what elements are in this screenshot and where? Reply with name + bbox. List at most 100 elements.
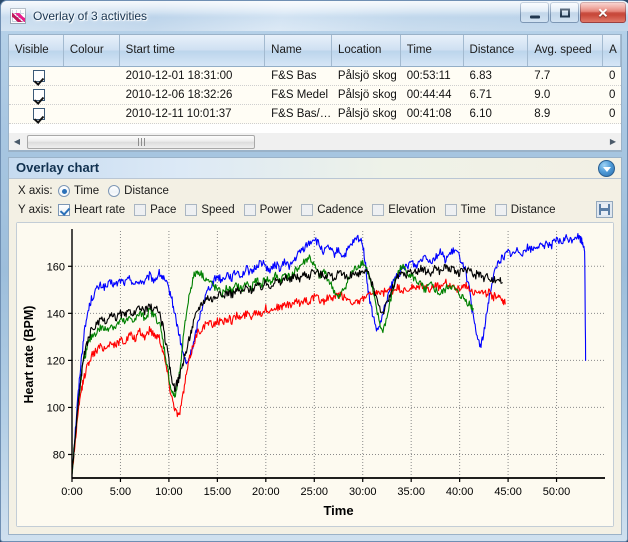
scrollbar-track[interactable]	[25, 134, 605, 150]
checkbox-icon[interactable]	[185, 204, 198, 216]
svg-text:Heart rate (BPM): Heart rate (BPM)	[22, 306, 36, 404]
checkbox-icon[interactable]	[134, 204, 147, 216]
app-icon	[10, 8, 26, 24]
column-header-colour[interactable]: Colour	[64, 35, 120, 66]
avg-speed-cell: 8.9	[534, 107, 551, 120]
checkbox-icon[interactable]	[301, 204, 314, 216]
column-header-start-time[interactable]: Start time	[120, 35, 266, 66]
scroll-left-icon[interactable]: ◀	[9, 134, 25, 150]
svg-text:35:00: 35:00	[397, 486, 425, 498]
colour-cell	[64, 86, 120, 105]
location-cell: Pålsjö skog	[337, 88, 397, 101]
checkbox-time[interactable]: Time	[444, 204, 486, 216]
column-header-avg-speed[interactable]: Avg. speed	[528, 35, 604, 66]
window-controls: ✕	[519, 2, 626, 24]
svg-text:45:00: 45:00	[494, 486, 522, 498]
name-cell: F&S Medel	[271, 88, 329, 101]
checkbox-cadence[interactable]: Cadence	[301, 204, 363, 216]
svg-text:Time: Time	[323, 503, 353, 518]
colour-cell	[64, 105, 120, 124]
visible-checkbox[interactable]	[33, 89, 46, 101]
visible-cell[interactable]	[9, 86, 64, 105]
column-header-visible[interactable]: Visible	[9, 35, 64, 66]
title-bar: Overlay of 3 activities ✕	[1, 1, 628, 31]
radio-x-time[interactable]: Time	[58, 185, 99, 197]
radio-x-distance-label: Distance	[124, 185, 169, 197]
visible-cell[interactable]	[9, 67, 64, 86]
avg-speed-cell: 7.7	[534, 69, 551, 82]
checkbox-icon[interactable]	[243, 204, 256, 216]
scroll-right-icon[interactable]: ▶	[605, 134, 621, 150]
checkbox-power[interactable]: Power	[243, 204, 292, 216]
column-header-location[interactable]: Location	[332, 35, 401, 66]
svg-text:10:00: 10:00	[155, 486, 183, 498]
visible-checkbox[interactable]	[33, 70, 46, 82]
extra-cell: 0	[609, 69, 616, 82]
checkbox-elevation[interactable]: Elevation	[372, 204, 436, 216]
x-axis-label: X axis:	[18, 185, 53, 197]
svg-text:30:00: 30:00	[349, 486, 377, 498]
svg-text:140: 140	[47, 308, 65, 320]
column-header-name[interactable]: Name	[265, 35, 332, 66]
table-horizontal-scrollbar[interactable]: ◀ ▶	[8, 133, 622, 151]
visible-checkbox[interactable]	[33, 108, 46, 120]
checkbox-distance[interactable]: Distance	[494, 204, 556, 216]
radio-x-time-label: Time	[74, 185, 100, 197]
chart-area[interactable]: 80 100 120 140 160 0:00 5:00 10:00 15:00 20:00 25:…	[16, 222, 614, 527]
distance-cell: 6.71	[469, 88, 492, 101]
colour-cell	[64, 67, 120, 86]
svg-text:160: 160	[47, 261, 65, 273]
minimize-button[interactable]	[520, 2, 549, 23]
checkbox-icon[interactable]	[494, 204, 507, 216]
checkbox-heart-rate[interactable]: Heart rate	[58, 204, 125, 216]
application-window: Overlay of 3 activities ✕ Visible Colour…	[0, 0, 628, 542]
save-icon	[599, 204, 610, 215]
svg-text:50:00: 50:00	[543, 486, 571, 498]
checkbox-cadence-label: Cadence	[317, 204, 364, 216]
table-body: 2010-12-01 18:31:00 F&S Bas Pålsjö skog …	[9, 67, 621, 124]
save-chart-button[interactable]	[596, 201, 613, 218]
checkbox-distance-label: Distance	[510, 204, 556, 216]
chevron-down-icon[interactable]	[598, 160, 615, 177]
avg-speed-cell: 9.0	[534, 88, 551, 101]
distance-cell: 6.10	[469, 107, 492, 120]
svg-text:120: 120	[47, 355, 65, 367]
close-button[interactable]: ✕	[580, 2, 626, 23]
table-row[interactable]: 2010-12-11 10:01:37 F&S Bas/… Pålsjö sko…	[9, 105, 621, 124]
start-time-cell: 2010-12-11 10:01:37	[125, 107, 232, 120]
name-cell: F&S Bas	[271, 69, 317, 82]
maximize-icon	[559, 8, 570, 17]
checkbox-time-label: Time	[460, 204, 486, 216]
svg-text:15:00: 15:00	[204, 486, 232, 498]
checkbox-pace[interactable]: Pace	[134, 204, 176, 216]
checkbox-icon[interactable]	[444, 204, 457, 216]
visible-cell[interactable]	[9, 105, 64, 124]
location-cell: Pålsjö skog	[337, 107, 397, 120]
table-row[interactable]: 2010-12-06 18:32:26 F&S Medel Pålsjö sko…	[9, 86, 621, 105]
time-cell: 00:53:11	[406, 69, 451, 82]
minimize-icon	[529, 15, 540, 18]
distance-cell: 6.83	[469, 69, 492, 82]
checkbox-icon[interactable]	[58, 204, 70, 216]
column-header-time[interactable]: Time	[401, 35, 464, 66]
checkbox-icon[interactable]	[372, 204, 385, 216]
column-header-distance[interactable]: Distance	[464, 35, 529, 66]
close-icon: ✕	[597, 5, 609, 20]
radio-icon[interactable]	[58, 185, 70, 197]
y-axis-options: Y axis: Heart rate Pace Speed Power Cade…	[18, 202, 564, 218]
start-time-cell: 2010-12-06 18:32:26	[125, 88, 233, 101]
section-title: Overlay chart	[16, 160, 100, 175]
checkbox-speed[interactable]: Speed	[185, 204, 235, 216]
radio-x-distance[interactable]: Distance	[108, 185, 169, 197]
column-header-extra[interactable]: A	[603, 35, 621, 66]
table-row[interactable]: 2010-12-01 18:31:00 F&S Bas Pålsjö skog …	[9, 67, 621, 86]
window-title: Overlay of 3 activities	[33, 9, 148, 23]
overlay-chart-section: Overlay chart X axis: Time Distance Y ax…	[8, 157, 622, 535]
start-time-cell: 2010-12-01 18:31:00	[125, 69, 233, 82]
x-axis-options: X axis: Time Distance	[18, 183, 178, 199]
radio-icon[interactable]	[108, 185, 121, 197]
scrollbar-thumb[interactable]	[27, 134, 255, 149]
time-cell: 00:41:08	[406, 107, 452, 120]
maximize-button[interactable]	[550, 2, 579, 23]
name-cell: F&S Bas/…	[271, 107, 332, 120]
